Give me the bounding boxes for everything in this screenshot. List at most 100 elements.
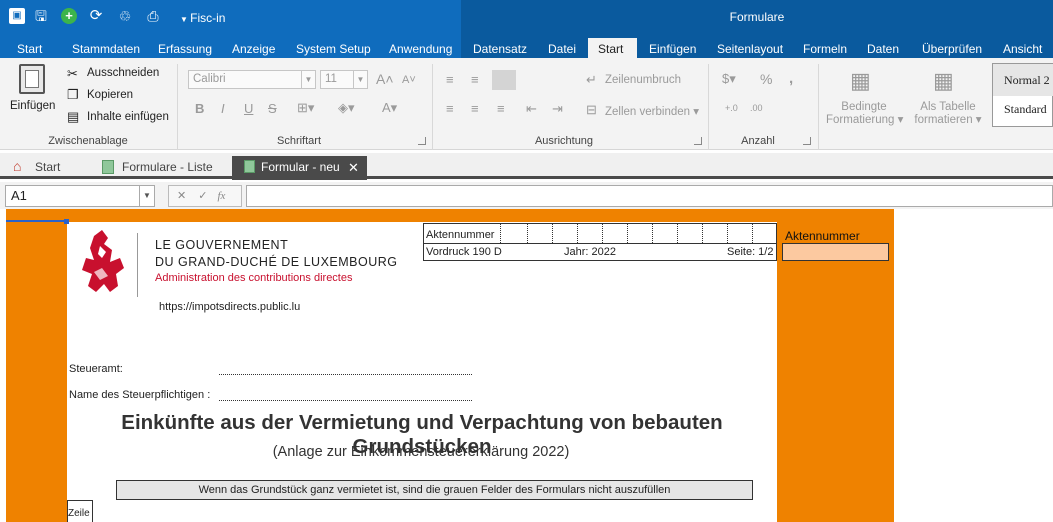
- tab-daten[interactable]: Daten: [861, 38, 905, 58]
- style-standard[interactable]: Standard: [1004, 102, 1047, 117]
- doc-tab-start[interactable]: Start: [35, 156, 60, 180]
- tab-datensatz[interactable]: Datensatz: [467, 38, 533, 58]
- recycle-icon[interactable]: ♲: [117, 8, 133, 24]
- align-bottom-icon[interactable]: [492, 70, 516, 90]
- tab-seitenlayout[interactable]: Seitenlayout: [711, 38, 789, 58]
- selection-handle[interactable]: [64, 219, 69, 224]
- akt-digit-cell[interactable]: [602, 223, 627, 243]
- app-menu-button[interactable]: ▼ Fisc-in: [180, 11, 225, 25]
- tab-anwendung[interactable]: Anwendung: [383, 38, 458, 58]
- tab-anzeige[interactable]: Anzeige: [226, 38, 281, 58]
- akt-digit-cell[interactable]: [752, 223, 777, 243]
- akt-digit-cell[interactable]: [702, 223, 727, 243]
- cut-button[interactable]: Ausschneiden: [87, 67, 159, 79]
- increase-indent-icon[interactable]: ⇥: [552, 101, 563, 117]
- tab-ansicht[interactable]: Ansicht: [997, 38, 1048, 58]
- italic-icon[interactable]: I: [221, 101, 225, 116]
- paste-button[interactable]: Einfügen: [10, 100, 55, 112]
- window-title: Formulare: [729, 10, 785, 24]
- chevron-down-icon: ▼: [301, 71, 315, 88]
- tab-formeln[interactable]: Formeln: [797, 38, 853, 58]
- strikethrough-icon[interactable]: S: [268, 101, 277, 116]
- akt-digit-cell[interactable]: [577, 223, 602, 243]
- add-icon[interactable]: +: [61, 8, 77, 24]
- align-left-icon[interactable]: ≡: [446, 101, 454, 116]
- font-size-select[interactable]: 11 ▼: [320, 70, 368, 89]
- aktennummer-side-label: Aktennummer: [785, 229, 860, 243]
- conditional-formatting-button[interactable]: Bedingte Formatierung ▾: [826, 101, 903, 127]
- group-label-alignment: Ausrichtung: [534, 135, 594, 147]
- underline-icon[interactable]: U: [244, 101, 253, 116]
- print-icon[interactable]: ⎙: [145, 8, 161, 24]
- fill-color-icon[interactable]: ◈▾: [338, 100, 355, 116]
- refresh-icon[interactable]: ⟳: [88, 8, 104, 24]
- grow-font-icon[interactable]: A˄: [376, 71, 394, 87]
- akt-digit-cell[interactable]: [627, 223, 652, 243]
- gov-line-2: DU GRAND-DUCHÉ DE LUXEMBOURG: [155, 255, 398, 269]
- akt-digit-cell[interactable]: [552, 223, 577, 243]
- comma-style-icon[interactable]: ,: [789, 70, 793, 87]
- steueramt-field[interactable]: [219, 374, 472, 375]
- increase-decimal-icon[interactable]: +.0: [725, 103, 738, 113]
- font-dialog-launcher[interactable]: [418, 137, 426, 145]
- zeile-label: Zeile: [68, 508, 90, 519]
- align-middle-icon[interactable]: ≡: [471, 72, 479, 87]
- name-box[interactable]: A1 ▼: [5, 185, 155, 207]
- decrease-indent-icon[interactable]: ⇤: [526, 101, 537, 117]
- formula-input[interactable]: [246, 185, 1053, 207]
- close-icon[interactable]: ✕: [348, 160, 359, 176]
- tab-start[interactable]: Start: [588, 38, 637, 58]
- font-color-icon[interactable]: A▾: [382, 100, 397, 116]
- confirm-icon[interactable]: ✓: [198, 190, 207, 202]
- scissors-icon: ✂: [67, 66, 78, 81]
- currency-icon[interactable]: $▾: [722, 71, 736, 87]
- decrease-decimal-icon[interactable]: .00: [750, 103, 763, 113]
- akt-digit-cell[interactable]: [727, 223, 752, 243]
- notice-box: Wenn das Grundstück ganz vermietet ist, …: [116, 480, 753, 500]
- merge-cells-button[interactable]: Zellen verbinden ▾: [605, 104, 699, 118]
- paste-special-icon: ▤: [67, 109, 80, 124]
- align-right-icon[interactable]: ≡: [497, 101, 505, 116]
- align-center-icon[interactable]: ≡: [471, 101, 479, 116]
- tab-system-setup[interactable]: System Setup: [290, 38, 377, 58]
- tab-stammdaten[interactable]: Stammdaten: [66, 38, 146, 58]
- number-dialog-launcher[interactable]: [803, 137, 811, 145]
- shrink-font-icon[interactable]: A˅: [402, 74, 416, 86]
- percent-icon[interactable]: %: [760, 71, 772, 87]
- paste-icon[interactable]: [19, 64, 45, 94]
- bold-icon[interactable]: B: [195, 101, 204, 116]
- alignment-dialog-launcher[interactable]: [694, 137, 702, 145]
- akt-digit-cell[interactable]: [652, 223, 677, 243]
- style-normal-2[interactable]: Normal 2: [1004, 73, 1050, 88]
- aktennummer-input[interactable]: [782, 243, 889, 261]
- luxembourg-lion-logo: [82, 230, 124, 292]
- akt-digit-cell[interactable]: [677, 223, 702, 243]
- tab-datei[interactable]: Datei: [542, 38, 582, 58]
- form-icon: [244, 160, 255, 173]
- doc-tab-formular-neu[interactable]: Formular - neu: [232, 156, 367, 180]
- chevron-down-icon[interactable]: ▼: [139, 186, 154, 206]
- doc-tab-formulare-liste[interactable]: Formulare - Liste: [122, 156, 213, 180]
- wrap-text-icon: ↵: [586, 72, 597, 87]
- wrap-text-button[interactable]: Zeilenumbruch: [605, 74, 681, 86]
- borders-icon[interactable]: ⊞▾: [297, 100, 314, 116]
- tab-einfuegen[interactable]: Einfügen: [643, 38, 702, 58]
- copy-button[interactable]: Kopieren: [87, 89, 133, 101]
- tab-start-app[interactable]: Start: [11, 38, 48, 58]
- group-label-font: Schriftart: [276, 135, 321, 147]
- function-icon[interactable]: fx: [217, 190, 225, 202]
- cancel-icon[interactable]: ✕: [177, 190, 186, 202]
- format-as-table-button[interactable]: Als Tabelle formatieren ▾: [910, 101, 986, 127]
- tab-ueberpruefen[interactable]: Überprüfen: [916, 38, 988, 58]
- conditional-formatting-icon: ▦: [850, 68, 871, 93]
- taxpayer-name-field[interactable]: [219, 400, 472, 401]
- save-icon[interactable]: 🖫: [33, 8, 49, 24]
- font-name-select[interactable]: Calibri ▼: [188, 70, 316, 89]
- app-icon[interactable]: ▣: [9, 8, 25, 24]
- akt-digit-cell[interactable]: [500, 223, 527, 243]
- akt-digit-cell[interactable]: [527, 223, 552, 243]
- align-top-icon[interactable]: ≡: [446, 72, 454, 87]
- paste-special-button[interactable]: Inhalte einfügen: [87, 111, 169, 123]
- tab-erfassung[interactable]: Erfassung: [152, 38, 218, 58]
- home-icon: ⌂: [13, 158, 22, 174]
